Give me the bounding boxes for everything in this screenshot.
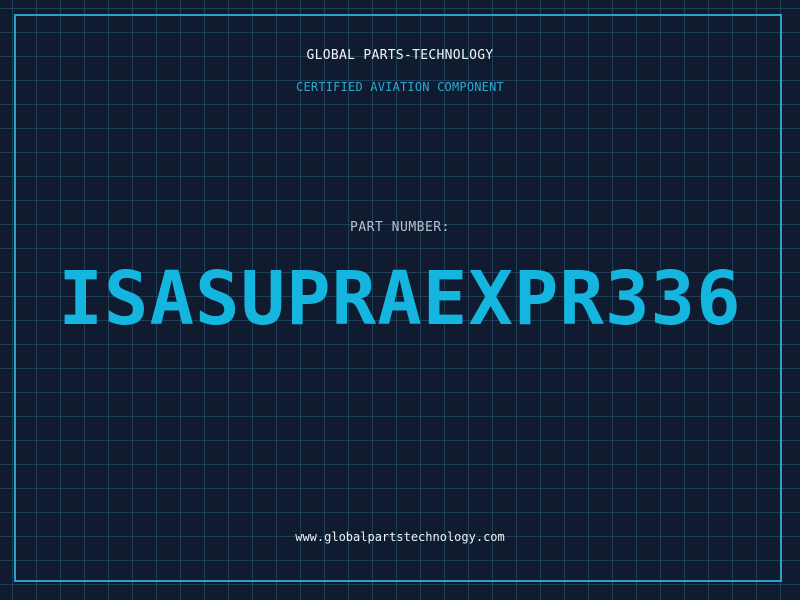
certification-subtitle: CERTIFIED AVIATION COMPONENT [296,80,504,94]
company-name: GLOBAL PARTS-TECHNOLOGY [306,48,494,63]
certificate-card: GLOBAL PARTS-TECHNOLOGY CERTIFIED AVIATI… [0,0,800,600]
website-url: www.globalpartstechnology.com [295,530,505,544]
part-number-value: ISASUPRAEXPR336 [58,256,742,342]
part-number-label: PART NUMBER: [350,220,450,235]
